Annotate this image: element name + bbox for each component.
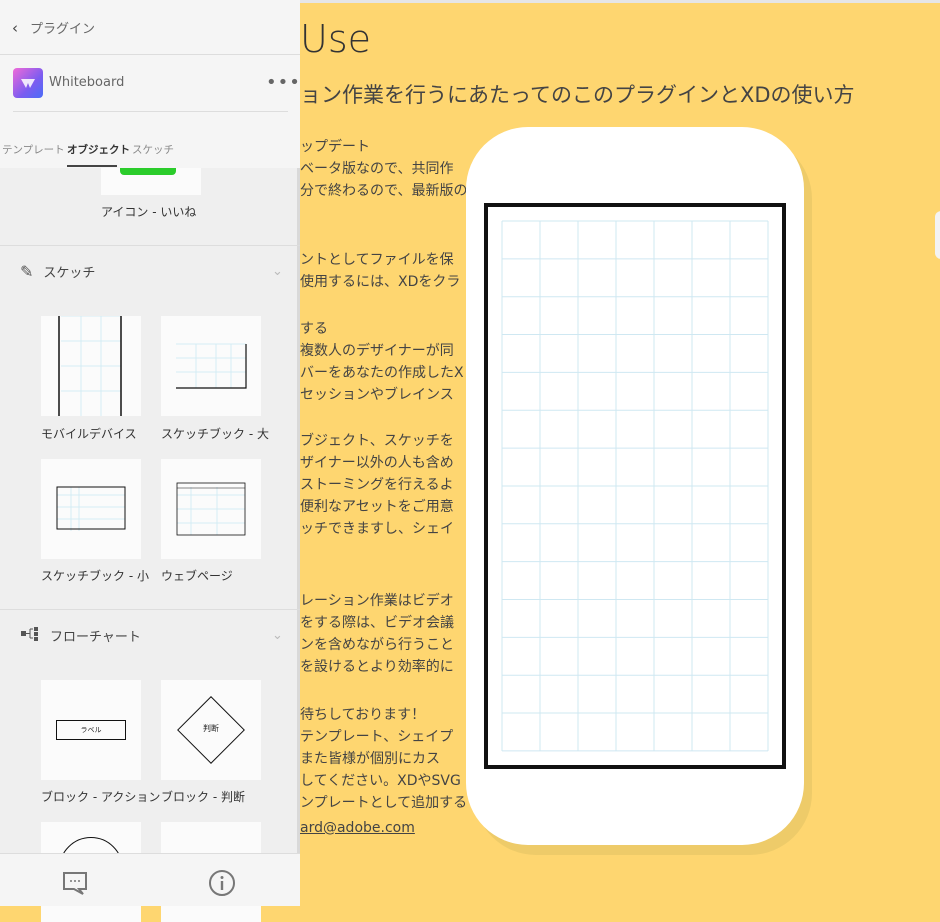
panel-footer bbox=[0, 853, 300, 906]
item-label: アイコン - いいね bbox=[101, 205, 197, 219]
thumb-mobile-device[interactable] bbox=[41, 315, 141, 416]
doc-line: ンプレートとして追加する bbox=[300, 795, 468, 811]
item-label: スケッチブック - 小 bbox=[41, 569, 149, 583]
section-flowchart-header[interactable]: フローチャート bbox=[20, 626, 141, 645]
action-block-label: ラベル bbox=[56, 720, 126, 740]
flowchart-icon bbox=[20, 626, 40, 645]
item-label: モバイルデバイス bbox=[41, 427, 137, 441]
back-label: プラグイン bbox=[30, 22, 96, 37]
doc-line: 分で終わるので、最新版の bbox=[300, 183, 468, 199]
doc-line: ストーミングを行えるよ bbox=[300, 477, 454, 493]
side-handle[interactable] bbox=[935, 211, 940, 259]
whiteboard-logo-icon bbox=[13, 68, 43, 98]
thumb-sketchbook-small[interactable] bbox=[41, 459, 141, 559]
item-label: ブロック - アクション bbox=[41, 790, 161, 804]
doc-subtitle: ョン作業を行うにあたってのこのプラグインとXDの使い方 bbox=[300, 83, 855, 107]
item-label: スケッチブック - 大 bbox=[161, 427, 269, 441]
doc-line: ブジェクト、スケッチを bbox=[300, 433, 454, 449]
doc-line: 便利なアセットをご用意 bbox=[300, 499, 454, 515]
doc-line: ップデート bbox=[300, 139, 370, 155]
plugin-name: Whiteboard bbox=[49, 75, 125, 90]
tab-objects[interactable]: オブジェクト bbox=[67, 142, 130, 157]
tab-sketch[interactable]: スケッチ bbox=[132, 142, 174, 157]
doc-line: セッションやブレインス bbox=[300, 387, 454, 403]
doc-line: 複数人のデザイナーが同 bbox=[300, 343, 454, 359]
doc-line: する bbox=[300, 321, 328, 337]
thumb-block-action[interactable]: ラベル bbox=[41, 680, 141, 780]
item-label: ブロック - 判断 bbox=[161, 790, 245, 804]
doc-line: を設けるとより効率的に bbox=[300, 659, 454, 675]
doc-line: 待ちしております！ bbox=[300, 707, 426, 723]
comment-icon[interactable] bbox=[62, 870, 88, 900]
doc-line: テンプレート、シェイプ bbox=[300, 729, 454, 745]
item-label: ウェブページ bbox=[161, 569, 233, 583]
thumb-block-decision[interactable]: 判断 bbox=[161, 680, 261, 780]
thumb-sketchbook-large[interactable] bbox=[161, 316, 261, 416]
section-title: フローチャート bbox=[50, 630, 141, 645]
back-button[interactable]: ‹ プラグイン bbox=[12, 18, 96, 38]
email-link[interactable]: ard@adobe.com bbox=[300, 819, 415, 837]
more-options-button[interactable]: ••• bbox=[266, 72, 301, 93]
doc-line: 使用するには、XDをクラ bbox=[300, 274, 461, 290]
doc-line: ベータ版なので、共同作 bbox=[300, 161, 454, 177]
doc-line: バーをあなたの作成したX bbox=[300, 365, 464, 381]
doc-title: Use bbox=[300, 17, 371, 61]
pencil-icon: ✎ bbox=[20, 262, 34, 281]
doc-line: ザイナー以外の人も含め bbox=[300, 455, 454, 471]
section-title: スケッチ bbox=[43, 266, 96, 281]
doc-line: ントとしてファイルを保 bbox=[300, 252, 454, 268]
grid bbox=[501, 220, 769, 752]
doc-line: ンを含めながら行うこと bbox=[300, 637, 454, 653]
doc-line: をする際は、ビデオ会議 bbox=[300, 615, 454, 631]
decision-block-label: 判断 bbox=[203, 724, 219, 733]
tab-templates[interactable]: テンプレート bbox=[2, 142, 65, 157]
phone-screen[interactable] bbox=[484, 203, 786, 769]
plugin-panel: ‹ プラグイン Whiteboard ••• テンプレート オブジェクト スケッ… bbox=[0, 0, 301, 922]
chevron-left-icon: ‹ bbox=[12, 18, 18, 37]
chevron-down-icon[interactable]: ⌄ bbox=[272, 628, 283, 643]
thumb-web-page[interactable] bbox=[161, 459, 261, 559]
chevron-down-icon[interactable]: ⌄ bbox=[272, 264, 283, 279]
doc-line: ッチできますし、シェイ bbox=[300, 521, 454, 537]
info-icon[interactable] bbox=[208, 869, 236, 901]
active-tab-indicator bbox=[67, 165, 117, 167]
doc-line: また皆様が個別にカス bbox=[300, 751, 440, 767]
section-sketch-header[interactable]: ✎ スケッチ bbox=[20, 262, 95, 281]
doc-line: レーション作業はビデオ bbox=[300, 593, 454, 609]
doc-line: してください。XDやSVG bbox=[300, 773, 461, 789]
